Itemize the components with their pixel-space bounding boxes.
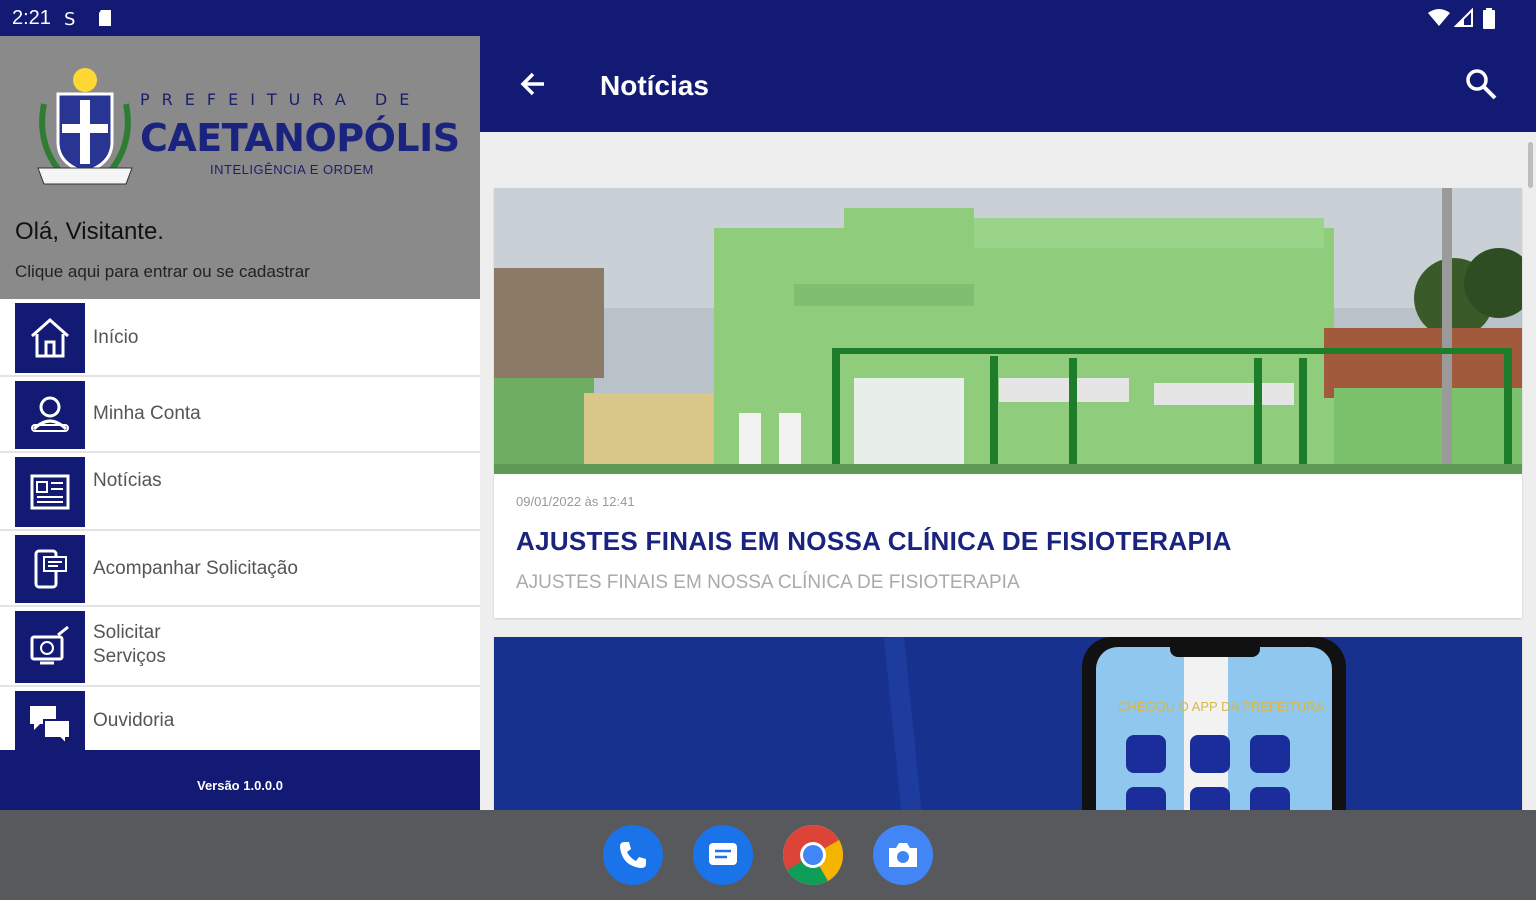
page-title: Notícias [600, 70, 709, 101]
menu-label: Minha Conta [93, 403, 201, 424]
greeting-text: Olá, Visitante. [15, 218, 164, 245]
sync-icon: S [62, 8, 82, 33]
svg-text:S: S [64, 9, 75, 28]
news-card[interactable]: CHEGOU O APP DA PREFEITURA [494, 637, 1522, 810]
menu-item-noticias[interactable]: Notícias [0, 453, 480, 531]
news-image [494, 188, 1522, 474]
signal-icon [1453, 7, 1474, 33]
logo-sub-text: INTELIGÊNCIA E ORDEM [210, 162, 374, 177]
home-icon [15, 303, 85, 373]
menu-item-minha-conta[interactable]: Minha Conta [0, 377, 480, 453]
menu-label: Ouvidoria [93, 710, 175, 731]
search-icon[interactable] [1464, 67, 1498, 106]
version-label: Versão 1.0.0.0 [0, 750, 480, 810]
account-icon [15, 381, 85, 449]
app-dock [0, 810, 1536, 900]
battery-icon [1482, 8, 1496, 35]
phone-app-icon[interactable] [603, 825, 663, 885]
sd-card-icon [96, 8, 114, 33]
menu-label: Solicitar Serviços [93, 622, 166, 667]
scrollbar[interactable] [1528, 142, 1533, 188]
status-bar: 2:21 S [0, 0, 1536, 36]
menu-item-acompanhar-solicitacao[interactable]: Acompanhar Solicitação [0, 531, 480, 607]
navigation-drawer: PREFEITURA DE CAETANOPÓLIS INTELIGÊNCIA … [0, 36, 480, 810]
chrome-app-icon[interactable] [783, 825, 843, 885]
newspaper-icon [15, 457, 85, 527]
news-title: AJUSTES FINAIS EM NOSSA CLÍNICA DE FISIO… [516, 526, 1232, 556]
menu-item-inicio[interactable]: Início [0, 299, 480, 377]
status-time: 2:21 [12, 7, 51, 29]
city-crest-logo [34, 64, 136, 188]
news-subtitle: AJUSTES FINAIS EM NOSSA CLÍNICA DE FISIO… [516, 572, 1020, 593]
login-link[interactable]: Clique aqui para entrar ou se cadastrar [15, 262, 310, 282]
chat-icon [15, 691, 85, 753]
menu-item-solicitar-servicos[interactable]: Solicitar Serviços [0, 607, 480, 687]
news-list[interactable]: 09/01/2022 às 12:41 AJUSTES FINAIS EM NO… [480, 132, 1536, 810]
news-date: 09/01/2022 às 12:41 [516, 494, 635, 509]
logo-main-text: CAETANOPÓLIS [140, 116, 460, 160]
menu-label: Notícias [93, 470, 162, 491]
image-caption-text: CHEGOU O APP DA PREFEITURA [1118, 699, 1325, 714]
wifi-icon [1428, 8, 1450, 33]
news-image [494, 637, 1522, 810]
camera-app-icon[interactable] [873, 825, 933, 885]
menu-label: Início [93, 327, 139, 348]
news-card[interactable]: 09/01/2022 às 12:41 AJUSTES FINAIS EM NO… [494, 188, 1522, 618]
menu-label: Acompanhar Solicitação [93, 558, 298, 579]
phone-tracking-icon [15, 535, 85, 603]
drawer-header[interactable]: PREFEITURA DE CAETANOPÓLIS INTELIGÊNCIA … [0, 36, 480, 299]
request-service-icon [15, 611, 85, 683]
back-arrow-icon[interactable] [518, 69, 548, 104]
app-bar: Notícias [480, 36, 1536, 132]
menu-item-ouvidoria[interactable]: Ouvidoria [0, 687, 480, 753]
logo-top-text: PREFEITURA DE [140, 90, 422, 109]
messages-app-icon[interactable] [693, 825, 753, 885]
